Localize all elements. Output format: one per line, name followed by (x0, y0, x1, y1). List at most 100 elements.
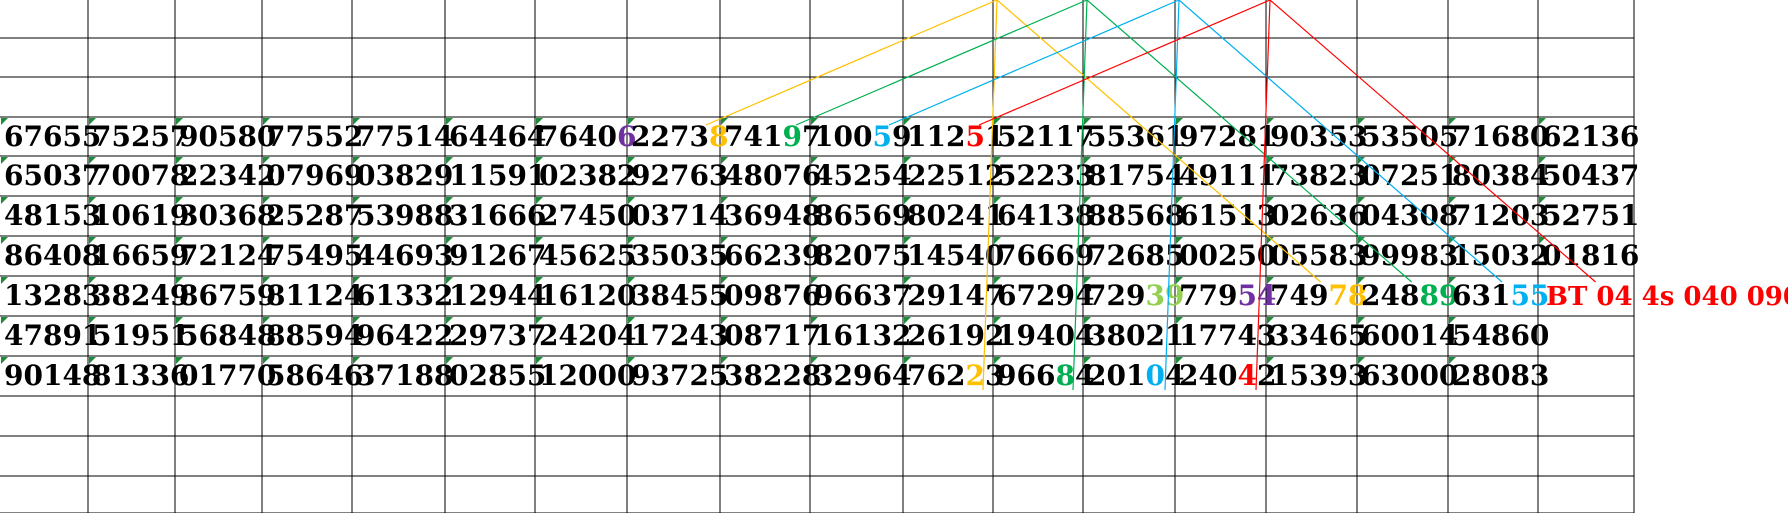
cell-value[interactable]: 93725 (631, 359, 728, 392)
cell-value[interactable]: 08717 (724, 319, 821, 352)
cell-value[interactable]: 77552 (266, 120, 363, 153)
cell-value[interactable]: 20104 (1087, 359, 1184, 392)
cell-value[interactable]: 70078 (92, 159, 189, 192)
cell-value[interactable]: 63000 (1361, 359, 1458, 392)
cell-value[interactable]: 22738 (631, 120, 728, 153)
cell-value[interactable]: 44693 (356, 239, 453, 272)
cell-value[interactable]: 67294 (997, 279, 1094, 312)
cell-value[interactable]: 45625 (539, 239, 636, 272)
cell-value[interactable]: 35035 (631, 239, 728, 272)
cell-value[interactable]: 17743 (1179, 319, 1276, 352)
cell-value[interactable]: 26192 (907, 319, 1004, 352)
cell-value[interactable]: 10619 (92, 199, 189, 232)
cell-value[interactable]: 11251 (907, 120, 1004, 153)
cell-value[interactable]: 05583 (1270, 239, 1367, 272)
cell-value[interactable]: 76406 (539, 120, 636, 153)
cell-value[interactable]: 17243 (631, 319, 728, 352)
cell-value[interactable]: 02382 (539, 159, 636, 192)
cell-value[interactable]: 75495 (266, 239, 363, 272)
cell-value[interactable]: 50437 (1542, 159, 1639, 192)
cell-value[interactable]: 10059 (814, 120, 911, 153)
cell-value[interactable]: 49111 (1179, 159, 1276, 192)
cell-value[interactable]: 32964 (814, 359, 911, 392)
cell-value[interactable]: 74197 (724, 120, 821, 153)
cell-value[interactable]: 38249 (92, 279, 189, 312)
cell-value[interactable]: 54860 (1452, 319, 1549, 352)
cell-value[interactable]: 86408 (4, 239, 101, 272)
cell-value[interactable]: 86569 (814, 199, 911, 232)
cell-value[interactable]: 25287 (266, 199, 363, 232)
cell-value[interactable]: 53505 (1361, 120, 1458, 153)
cell-value[interactable]: 96422 (356, 319, 453, 352)
cell-value[interactable]: 12944 (449, 279, 546, 312)
cell-value[interactable]: 13283 (4, 279, 101, 312)
cell-value[interactable]: 16659 (92, 239, 189, 272)
cell-value[interactable]: 12000 (539, 359, 636, 392)
cell-value[interactable]: 77514 (356, 120, 453, 153)
cell-value[interactable]: 91267 (449, 239, 546, 272)
cell-value[interactable]: 03829 (356, 159, 453, 192)
cell-value[interactable]: 64464 (449, 120, 546, 153)
cell-value[interactable]: 63155 (1452, 279, 1549, 312)
cell-value[interactable]: 11591 (449, 159, 546, 192)
cell-value[interactable]: 02855 (449, 359, 546, 392)
cell-value[interactable]: 29147 (907, 279, 1004, 312)
note-cell[interactable]: BT 04 4s 040 090 (1546, 282, 1788, 312)
cell-value[interactable]: 15032 (1452, 239, 1549, 272)
cell-value[interactable]: 24042 (1179, 359, 1276, 392)
cell-value[interactable]: 29737 (449, 319, 546, 352)
cell-value[interactable]: 62136 (1542, 120, 1639, 153)
cell-value[interactable]: 22342 (179, 159, 276, 192)
cell-value[interactable]: 14540 (907, 239, 1004, 272)
cell-value[interactable]: 97281 (1179, 120, 1276, 153)
cell-value[interactable]: 71680 (1452, 120, 1549, 153)
cell-value[interactable]: 76669 (997, 239, 1094, 272)
cell-value[interactable]: 88568 (1087, 199, 1184, 232)
cell-value[interactable]: 38228 (724, 359, 821, 392)
cell-value[interactable]: 92763 (631, 159, 728, 192)
cell-value[interactable]: 99983 (1361, 239, 1458, 272)
cell-value[interactable]: 96637 (814, 279, 911, 312)
cell-value[interactable]: 31666 (449, 199, 546, 232)
cell-value[interactable]: 71203 (1452, 199, 1549, 232)
cell-value[interactable]: 09876 (724, 279, 821, 312)
cell-value[interactable]: 27450 (539, 199, 636, 232)
cell-value[interactable]: 01816 (1542, 239, 1639, 272)
cell-value[interactable]: 72939 (1087, 279, 1184, 312)
cell-value[interactable]: 52117 (997, 120, 1094, 153)
cell-value[interactable]: 01770 (179, 359, 276, 392)
cell-value[interactable]: 07969 (266, 159, 363, 192)
cell-value[interactable]: 80384 (1452, 159, 1549, 192)
cell-value[interactable]: 19404 (997, 319, 1094, 352)
cell-value[interactable]: 90580 (179, 120, 276, 153)
cell-value[interactable]: 96684 (997, 359, 1094, 392)
cell-value[interactable]: 28083 (1452, 359, 1549, 392)
cell-value[interactable]: 03714 (631, 199, 728, 232)
cell-value[interactable]: 47891 (4, 319, 101, 352)
cell-value[interactable]: 15393 (1270, 359, 1367, 392)
cell-value[interactable]: 72124 (179, 239, 276, 272)
cell-value[interactable]: 48076 (724, 159, 821, 192)
cell-value[interactable]: 48153 (4, 199, 101, 232)
cell-value[interactable]: 60014 (1361, 319, 1458, 352)
cell-value[interactable]: 45254 (814, 159, 911, 192)
cell-value[interactable]: 56848 (179, 319, 276, 352)
cell-value[interactable]: 81124 (266, 279, 363, 312)
cell-value[interactable]: 37188 (356, 359, 453, 392)
cell-value[interactable]: 16120 (539, 279, 636, 312)
cell-value[interactable]: 02636 (1270, 199, 1367, 232)
cell-value[interactable]: 82075 (814, 239, 911, 272)
cell-value[interactable]: 77954 (1179, 279, 1276, 312)
cell-value[interactable]: 90353 (1270, 120, 1367, 153)
cell-value[interactable]: 51951 (92, 319, 189, 352)
cell-value[interactable]: 61332 (356, 279, 453, 312)
cell-value[interactable]: 53988 (356, 199, 453, 232)
cell-value[interactable]: 76223 (907, 359, 1004, 392)
cell-value[interactable]: 74978 (1270, 279, 1367, 312)
cell-value[interactable]: 30368 (179, 199, 276, 232)
cell-value[interactable]: 38455 (631, 279, 728, 312)
cell-value[interactable]: 88594 (266, 319, 363, 352)
cell-value[interactable]: 81336 (92, 359, 189, 392)
cell-value[interactable]: 67655 (4, 120, 101, 153)
cell-value[interactable]: 86759 (179, 279, 276, 312)
